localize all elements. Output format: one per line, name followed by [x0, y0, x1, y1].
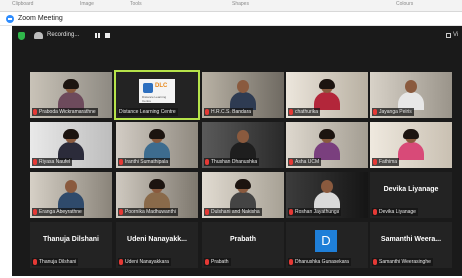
- mic-muted-icon: [33, 259, 37, 265]
- participant-name: Prabath: [211, 259, 229, 265]
- participant-tile[interactable]: Eranga Abeyrathne: [30, 172, 112, 218]
- mic-muted-icon: [289, 259, 293, 265]
- mic-muted-icon: [373, 159, 377, 165]
- mic-muted-icon: [119, 159, 123, 165]
- participant-name: Dhanushka Gunasekara: [295, 259, 349, 265]
- participant-tile[interactable]: chathurika: [286, 72, 368, 118]
- mic-muted-icon: [205, 109, 209, 115]
- participant-tile[interactable]: Dulshani and Nakisha: [202, 172, 284, 218]
- participant-name: Asha UCM: [295, 159, 320, 165]
- participant-tile[interactable]: H.R.C.S. Bandara: [202, 72, 284, 118]
- participant-display-name: Samanthi Weera...: [380, 236, 442, 243]
- participant-name: Fathima: [379, 159, 398, 165]
- meeting-window: Recording... Vi Praboda Wickramarathne D…: [12, 26, 462, 276]
- participant-tile-active-speaker[interactable]: DLC Distance Learning Centre Distance Le…: [114, 70, 200, 120]
- participant-tile[interactable]: Thanuja Dilshani Thanuja Dilshani: [30, 222, 112, 268]
- participant-name: Iranthi Sumathipala: [125, 159, 169, 165]
- mic-muted-icon: [373, 209, 377, 215]
- mic-muted-icon: [289, 109, 293, 115]
- security-shield-icon[interactable]: [18, 32, 25, 40]
- ribbon-label: Image: [80, 1, 94, 7]
- mic-muted-icon: [205, 209, 209, 215]
- background-app-ribbon: Clipboard Image Tools Shapes Colours: [0, 0, 462, 12]
- ribbon-label: Tools: [130, 1, 142, 7]
- zoom-app-icon: [6, 15, 14, 23]
- participant-name: Praboda Wickramarathne: [39, 109, 96, 115]
- participant-name: Jayanga Peiris: [379, 109, 412, 115]
- participant-display-name: Prabath: [229, 236, 257, 243]
- participant-name: Eranga Abeyrathne: [39, 209, 82, 215]
- participant-name: Thushan Dhanushka: [211, 159, 258, 165]
- participant-tile[interactable]: Fathima: [370, 122, 452, 168]
- participant-tile[interactable]: Udeni Nanayakk... Udeni Nanayakkara: [116, 222, 198, 268]
- participant-name: Roshan Jayathunga: [295, 209, 340, 215]
- participant-tile[interactable]: Devika Liyanage Devika Liyanage: [370, 172, 452, 218]
- mic-muted-icon: [33, 209, 37, 215]
- mic-muted-icon: [373, 259, 377, 265]
- participant-name: chathurika: [295, 109, 319, 115]
- participant-tile[interactable]: Asha UCM: [286, 122, 368, 168]
- participant-tile[interactable]: Thushan Dhanushka: [202, 122, 284, 168]
- participant-tile[interactable]: Poornika Madhuwanthi: [116, 172, 198, 218]
- participant-tile[interactable]: Iranthi Sumathipala: [116, 122, 198, 168]
- participant-name: Riyasa Naufel: [39, 159, 71, 165]
- participant-tile[interactable]: Roshan Jayathunga: [286, 172, 368, 218]
- pause-recording-icon[interactable]: [95, 33, 100, 38]
- mic-muted-icon: [205, 259, 209, 265]
- stop-recording-icon[interactable]: [105, 33, 110, 38]
- participant-tile[interactable]: Riyasa Naufel: [30, 122, 112, 168]
- participant-tile[interactable]: Samanthi Weera... Samanthi Weerasinghe: [370, 222, 452, 268]
- window-titlebar[interactable]: Zoom Meeting: [0, 12, 462, 26]
- participant-display-name: Devika Liyanage: [383, 186, 439, 193]
- mic-muted-icon: [289, 209, 293, 215]
- mic-muted-icon: [33, 159, 37, 165]
- participant-tile[interactable]: Praboda Wickramarathne: [30, 72, 112, 118]
- mic-muted-icon: [33, 109, 37, 115]
- mic-muted-icon: [119, 209, 123, 215]
- participant-name: Thanuja Dilshani: [39, 259, 77, 265]
- ribbon-label: Colours: [396, 1, 414, 7]
- mic-muted-icon: [289, 159, 293, 165]
- participant-tile[interactable]: Prabath Prabath: [202, 222, 284, 268]
- ribbon-label: Shapes: [232, 1, 249, 7]
- window-title: Zoom Meeting: [18, 15, 63, 22]
- participant-name: Udeni Nanayakkara: [125, 259, 169, 265]
- participant-tile[interactable]: Jayanga Peiris: [370, 72, 452, 118]
- participant-name: Devika Liyanage: [379, 209, 416, 215]
- participant-name: Poornika Madhuwanthi: [125, 209, 176, 215]
- participant-tile[interactable]: D Dhanushka Gunasekara: [286, 222, 368, 268]
- participant-name: H.R.C.S. Bandara: [211, 109, 252, 115]
- participant-name: Samanthi Weerasinghe: [379, 259, 431, 265]
- dlc-logo: DLC Distance Learning Centre: [139, 79, 175, 103]
- ribbon-label: Clipboard: [12, 1, 34, 7]
- meeting-topbar: Recording... Vi: [12, 26, 462, 46]
- cloud-recording-icon: [34, 32, 43, 39]
- mic-muted-icon: [205, 159, 209, 165]
- participant-display-name: Udeni Nanayakk...: [127, 236, 187, 243]
- participant-display-name: Thanuja Dilshani: [42, 236, 99, 243]
- participant-name: Distance Learning Centre: [119, 109, 176, 115]
- mic-muted-icon: [119, 259, 123, 265]
- participant-avatar: D: [315, 230, 337, 252]
- view-button-label[interactable]: Vi: [453, 32, 458, 38]
- mic-muted-icon: [373, 109, 377, 115]
- recording-status: Recording...: [47, 32, 80, 38]
- participant-name: Dulshani and Nakisha: [211, 209, 260, 215]
- gallery-view-icon[interactable]: [446, 33, 451, 38]
